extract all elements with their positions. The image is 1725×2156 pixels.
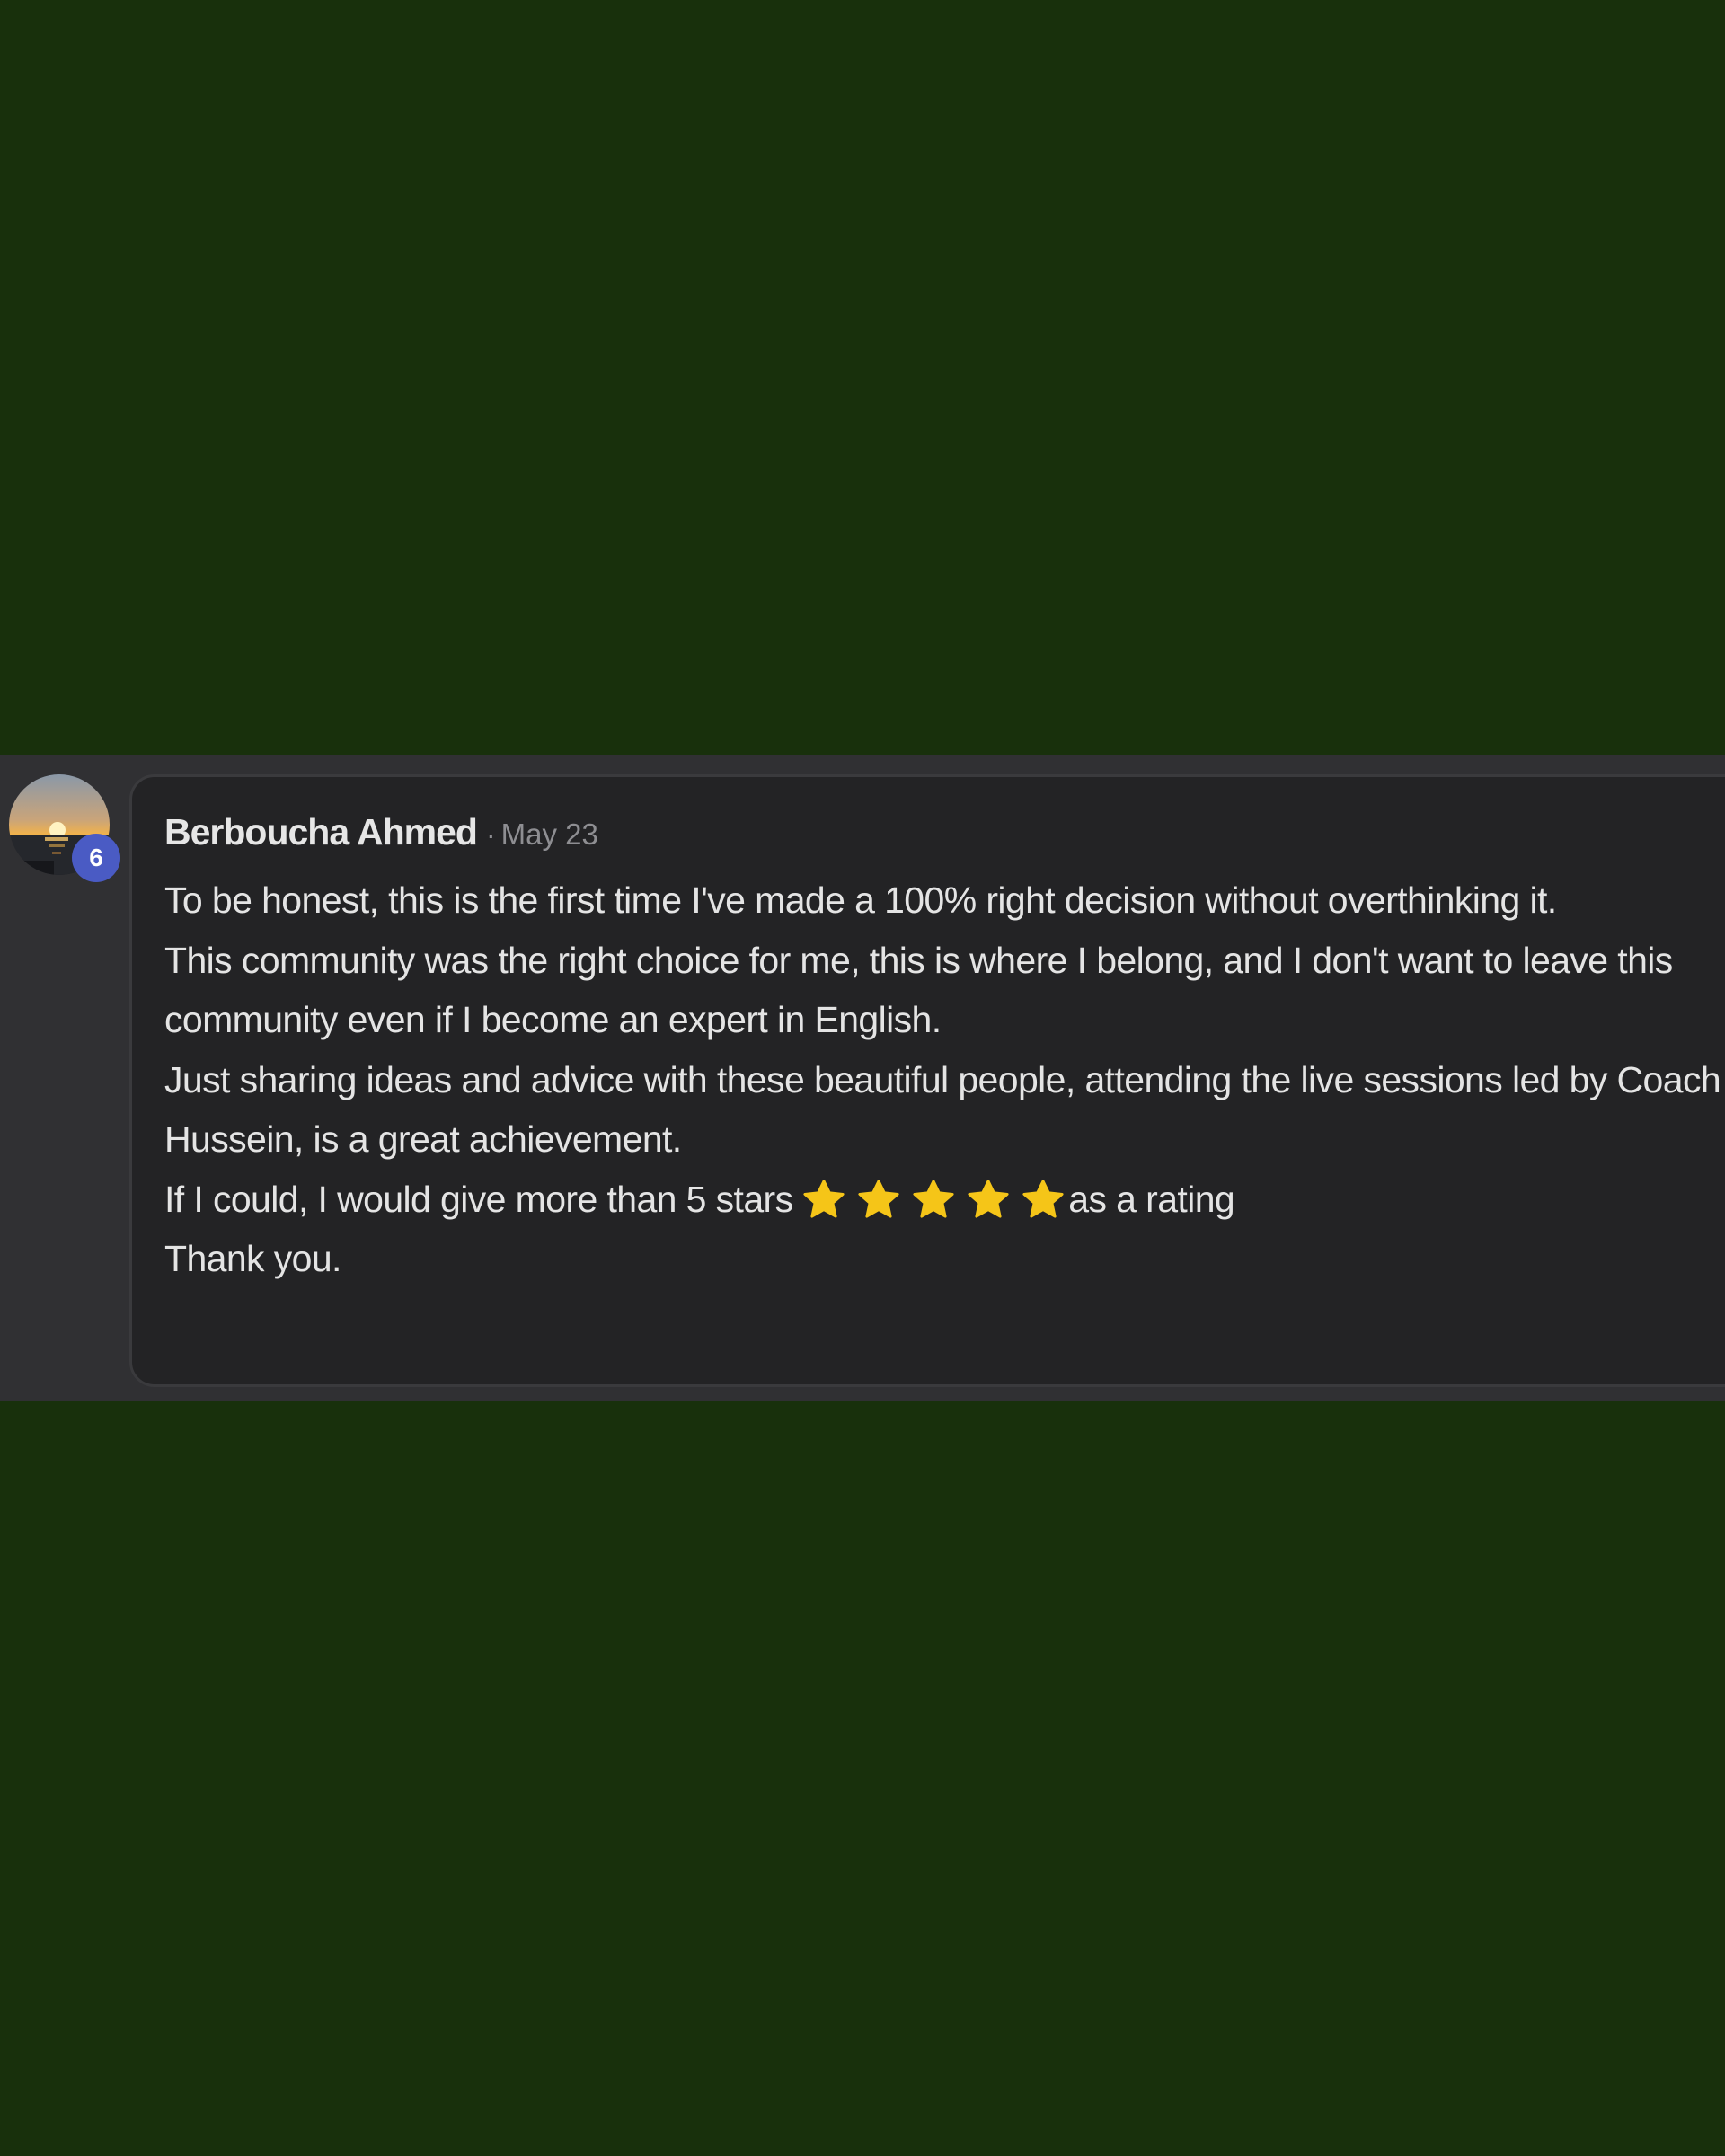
comment-paragraph: Just sharing ideas and advice with these… xyxy=(164,1058,1721,1161)
comment-paragraph: This community was the right choice for … xyxy=(164,939,1673,1041)
comment-header: Berboucha Ahmed · May 23 xyxy=(164,811,598,853)
comment-card: Berboucha Ahmed · May 23 To be honest, thi… xyxy=(129,774,1725,1387)
post-date[interactable]: May 23 xyxy=(501,817,598,851)
comment-paragraph: To be honest, this is the first time I'v… xyxy=(164,879,1557,921)
comment-body: To be honest, this is the first time I'v… xyxy=(164,870,1723,1289)
rating-paragraph: If I could, I would give more than 5 sta… xyxy=(164,1170,1723,1230)
star-icon xyxy=(802,1179,845,1219)
comment-paragraph: Thank you. xyxy=(164,1238,341,1279)
meta-separator: · xyxy=(485,818,496,851)
star-icon xyxy=(857,1179,900,1219)
rating-text-before: If I could, I would give more than 5 sta… xyxy=(164,1178,803,1220)
star-icon xyxy=(1022,1179,1065,1219)
user-avatar-container[interactable]: 6 xyxy=(9,774,120,882)
star-rating xyxy=(802,1179,1068,1220)
star-icon xyxy=(967,1179,1010,1219)
level-badge: 6 xyxy=(72,834,120,882)
author-name[interactable]: Berboucha Ahmed xyxy=(164,811,478,853)
star-icon xyxy=(912,1179,955,1219)
rating-text-after: as a rating xyxy=(1068,1178,1235,1220)
comment-thread-band: 6 Berboucha Ahmed · May 23 To be honest, t… xyxy=(0,755,1725,1401)
